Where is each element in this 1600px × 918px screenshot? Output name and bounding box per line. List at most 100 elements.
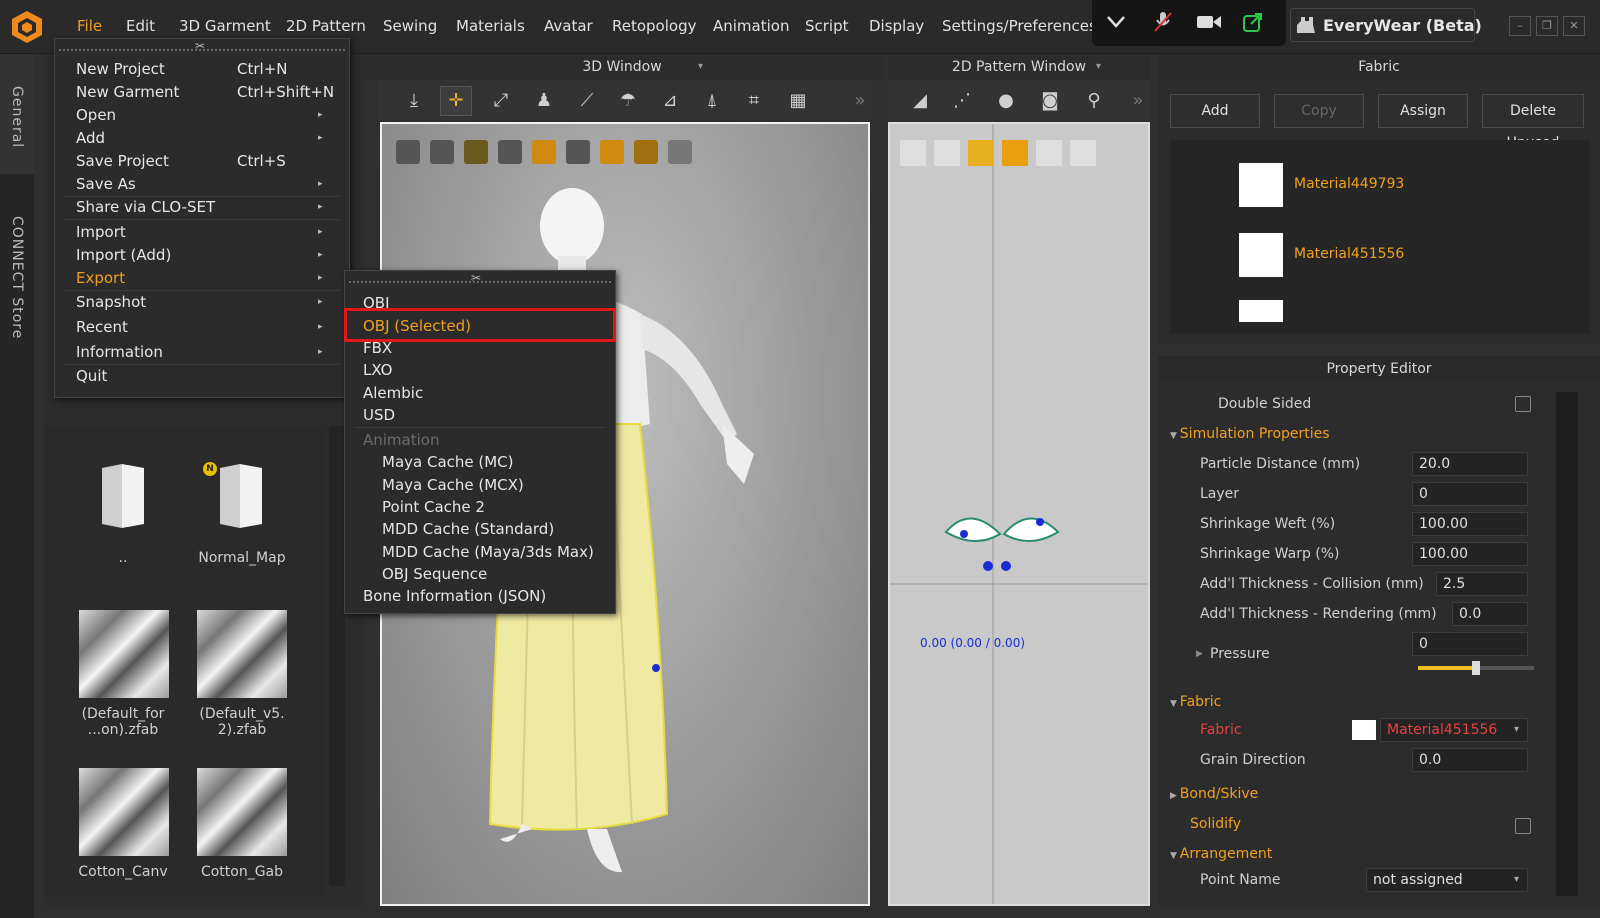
point-name-dropdown[interactable]: not assigned	[1366, 868, 1528, 892]
fabric-thumbnail[interactable]	[79, 768, 169, 856]
close-window-button[interactable]: ✕	[1563, 16, 1585, 36]
download-tool-icon[interactable]: ⤓	[402, 90, 426, 112]
export-menu-item[interactable]: USD	[363, 406, 395, 424]
mic-muted-icon[interactable]	[1154, 11, 1172, 33]
chevron-down-icon[interactable]	[1106, 14, 1126, 30]
fabric-thumbnail[interactable]	[197, 610, 287, 698]
property-scrollbar[interactable]	[1556, 392, 1578, 896]
library-item-default-fabric[interactable]: (Default_for ...on).zfab	[68, 706, 178, 738]
library-item-parent[interactable]: ..	[68, 550, 178, 566]
menu-animation[interactable]: Animation	[713, 17, 789, 35]
file-menu-item[interactable]: Information	[76, 343, 163, 361]
file-menu-item[interactable]: Quit	[76, 367, 107, 385]
simulation-section-header[interactable]: ▼ Simulation Properties	[1170, 426, 1330, 442]
minimize-button[interactable]: –	[1509, 16, 1531, 36]
menu-sewing[interactable]: Sewing	[383, 17, 437, 35]
pressure-slider-track[interactable]	[1418, 661, 1534, 675]
export-animation-item[interactable]: OBJ Sequence	[382, 565, 487, 583]
menu-retopology[interactable]: Retopology	[612, 17, 696, 35]
menu-3d-garment[interactable]: 3D Garment	[179, 17, 271, 35]
menu-materials[interactable]: Materials	[456, 17, 525, 35]
garment-tool-icon[interactable]: ♟	[532, 90, 556, 112]
tab-general[interactable]: General	[9, 86, 25, 148]
export-animation-item[interactable]: MDD Cache (Standard)	[382, 520, 554, 538]
export-menu-item[interactable]: Alembic	[363, 384, 423, 402]
fabric-thumbnail[interactable]	[197, 768, 287, 856]
thickness-rendering-input[interactable]: 0.0	[1452, 602, 1528, 626]
fabric-dropdown[interactable]: Material451556	[1380, 718, 1528, 742]
export-animation-item[interactable]: MDD Cache (Maya/3ds Max)	[382, 543, 594, 561]
chevron-down-icon[interactable]: ▾	[1514, 866, 1519, 894]
menu-settings[interactable]: Settings/Preferences	[942, 17, 1097, 35]
chevron-down-icon[interactable]: ▾	[698, 54, 703, 80]
menu-avatar[interactable]: Avatar	[544, 17, 593, 35]
file-menu-item[interactable]: Import (Add)	[76, 246, 171, 264]
pin-tool-icon[interactable]: ⟋	[575, 90, 599, 112]
menu-display[interactable]: Display	[869, 17, 924, 35]
folder-icon[interactable]	[100, 462, 146, 530]
shrinkage-weft-input[interactable]: 100.00	[1412, 512, 1528, 536]
maximize-button[interactable]: ❐	[1536, 16, 1558, 36]
thickness-collision-input[interactable]: 2.5	[1436, 572, 1528, 596]
transform-tool-icon[interactable]: ⤢	[489, 90, 513, 112]
folder-icon[interactable]	[218, 462, 264, 530]
measure-tool-icon[interactable]: ⊿	[658, 90, 682, 112]
share-screen-icon[interactable]	[1242, 11, 1264, 33]
avatar-tool-icon[interactable]: ⍋	[700, 90, 724, 112]
grain-direction-input[interactable]: 0.0	[1412, 748, 1528, 772]
file-menu-item[interactable]: New Project	[76, 60, 165, 78]
clo-logo-icon[interactable]	[10, 10, 44, 44]
export-animation-item[interactable]: Point Cache 2	[382, 498, 485, 516]
fabric-list-item[interactable]: Material449793	[1182, 152, 1552, 218]
grid-tool-icon[interactable]: ▦	[786, 90, 810, 112]
circle-tool-icon[interactable]: ●	[994, 90, 1018, 112]
solidify-checkbox[interactable]	[1515, 818, 1531, 834]
arrangement-section-header[interactable]: ▼ Arrangement	[1170, 846, 1272, 862]
chevron-down-icon[interactable]: ▾	[1514, 716, 1519, 744]
file-menu-item[interactable]: Save Project	[76, 152, 169, 170]
menu-script[interactable]: Script	[805, 17, 849, 35]
particle-distance-input[interactable]: 20.0	[1412, 452, 1528, 476]
tab-connect-store[interactable]: CONNECT Store	[9, 216, 25, 339]
arrange-tool-icon[interactable]: ⌗	[742, 90, 766, 112]
file-menu-item[interactable]: Share via CLO-SET	[76, 198, 215, 216]
pattern-edit-tool-icon[interactable]: ◢	[908, 90, 932, 112]
avatar-pose-tool-icon[interactable]: ⚲	[1082, 90, 1106, 112]
export-animation-item[interactable]: Maya Cache (MCX)	[382, 476, 524, 494]
file-menu-item[interactable]: Import	[76, 223, 126, 241]
library-item-default-v5[interactable]: (Default_v5. 2).zfab	[187, 706, 297, 738]
copy-fabric-button[interactable]: Copy	[1274, 94, 1364, 128]
window2d-viewport[interactable]: 0.00 (0.00 / 0.00)	[888, 122, 1150, 906]
library-item-normal-map[interactable]: Normal_Map	[187, 550, 297, 566]
chevron-down-icon[interactable]: ▾	[1096, 54, 1101, 80]
bond-section-header[interactable]: ▶ Bond/Skive	[1170, 786, 1258, 802]
file-menu-item[interactable]: Save As	[76, 175, 136, 193]
export-animation-item[interactable]: Maya Cache (MC)	[382, 453, 514, 471]
library-scrollbar[interactable]	[329, 426, 345, 886]
file-menu-item[interactable]: Open	[76, 106, 116, 124]
menu-file[interactable]: File	[77, 17, 102, 35]
internal-shape-tool-icon[interactable]: ◙	[1038, 90, 1062, 112]
file-menu-item[interactable]: Snapshot	[76, 293, 146, 311]
shrinkage-warp-input[interactable]: 100.00	[1412, 542, 1528, 566]
file-menu-item[interactable]: Add	[76, 129, 105, 147]
file-menu-item[interactable]: Recent	[76, 318, 128, 336]
double-sided-checkbox[interactable]	[1515, 396, 1531, 412]
video-camera-icon[interactable]	[1196, 13, 1222, 31]
library-item-cotton-canvas[interactable]: Cotton_Canv	[68, 864, 178, 880]
assign-fabric-button[interactable]: Assign	[1378, 94, 1468, 128]
fabric-section-header[interactable]: ▼ Fabric	[1170, 694, 1221, 710]
fabric-list-item[interactable]: Material451556	[1182, 222, 1552, 288]
delete-unused-button[interactable]: Delete Unused	[1482, 94, 1584, 151]
file-menu-item[interactable]: New Garment	[76, 83, 179, 101]
pressure-slider-thumb[interactable]	[1472, 661, 1480, 675]
menu-edit[interactable]: Edit	[126, 17, 155, 35]
file-menu-item[interactable]: Export	[76, 269, 125, 287]
fold-tool-icon[interactable]: ☂	[616, 90, 640, 112]
add-fabric-button[interactable]: Add	[1170, 94, 1260, 128]
point-edit-tool-icon[interactable]: ⋰	[950, 90, 974, 112]
fabric-thumbnail[interactable]	[79, 610, 169, 698]
pressure-input[interactable]: 0	[1412, 632, 1528, 656]
menu-2d-pattern[interactable]: 2D Pattern	[286, 17, 366, 35]
expand-toolbar-icon[interactable]: »	[1126, 90, 1150, 112]
